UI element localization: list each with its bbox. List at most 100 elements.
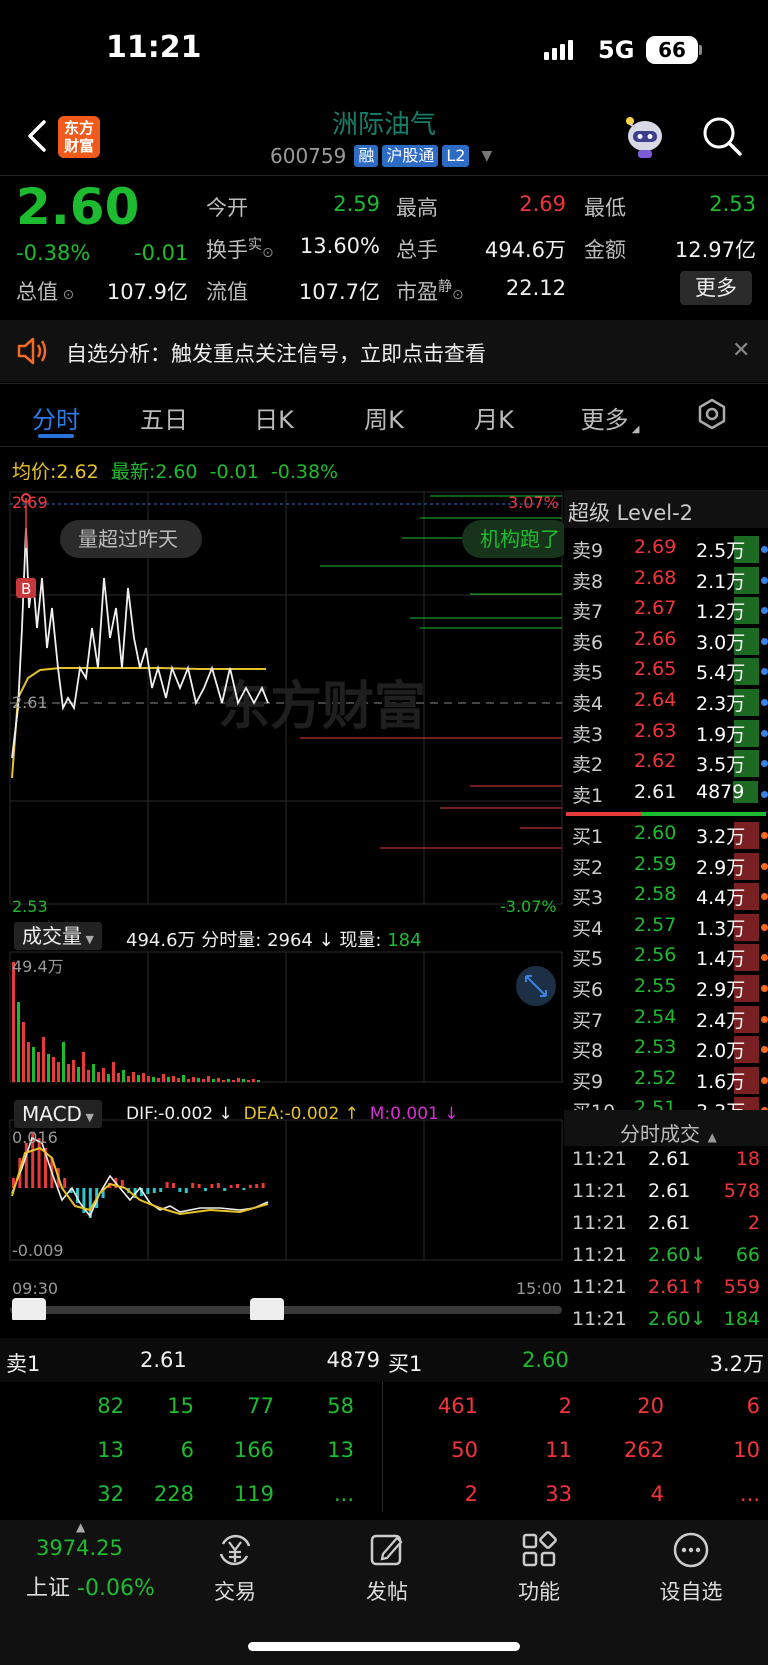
trade-row: 11:21 2.61 2 <box>572 1212 762 1242</box>
level-label: 卖3 <box>572 723 604 746</box>
volume-bar <box>22 1022 25 1082</box>
sell-level-row[interactable]: 卖6 2.66 3.0万 <box>572 627 768 658</box>
more-button[interactable]: 更多 <box>680 271 752 305</box>
nav-trade[interactable]: 交易 <box>180 1530 290 1606</box>
level-label: 买1 <box>572 826 604 848</box>
battery-icon: 66 <box>646 36 698 64</box>
level-dot <box>761 1015 768 1023</box>
close-icon[interactable]: ✕ <box>732 338 750 363</box>
level-volume: 4.4万 <box>696 883 760 911</box>
trade-row: 11:21 2.61 18 <box>572 1148 762 1178</box>
trade-row: 11:21 2.61 578 <box>572 1180 762 1210</box>
buy-level-row[interactable]: 买9 2.52 1.6万 <box>572 1066 768 1097</box>
volume-bar <box>252 1079 255 1082</box>
trade-row: 11:21 2.61↑ 559 <box>572 1276 762 1306</box>
sell-level-row[interactable]: 卖1 2.61 4879 <box>572 780 768 811</box>
level-volume: 1.9万 <box>696 719 760 747</box>
buy-level-row[interactable]: 买5 2.56 1.4万 <box>572 944 768 974</box>
volume-bar <box>232 1080 235 1082</box>
pe-label: 市盈静⊙ <box>396 279 464 304</box>
sell-level-row[interactable]: 卖3 2.63 1.9万 <box>572 719 768 750</box>
volume-bar <box>132 1072 135 1082</box>
nav-add-watchlist[interactable]: 设自选 <box>636 1530 746 1606</box>
tab-five-day[interactable]: 五日 <box>132 400 196 435</box>
level-dot <box>761 729 768 737</box>
speaker-icon <box>17 337 47 365</box>
index-value[interactable]: 3974.25 <box>36 1536 123 1560</box>
buy-level-row[interactable]: 买6 2.55 2.9万 <box>572 975 768 1005</box>
sell-queue-cell: 6 <box>180 1438 194 1462</box>
buy-level-row[interactable]: 买4 2.57 1.3万 <box>572 913 768 944</box>
gear-icon[interactable] <box>696 398 728 430</box>
volume-bar <box>147 1076 150 1082</box>
buy-level-row[interactable]: 买2 2.59 2.9万 <box>572 852 768 883</box>
yuan-exchange-icon <box>219 1534 251 1566</box>
level-dot <box>761 699 768 706</box>
level-volume: 2.5万 <box>696 536 760 563</box>
home-indicator[interactable] <box>248 1642 520 1651</box>
volume-bar <box>17 1002 20 1082</box>
trades-title[interactable]: 分时成交 ▲ <box>620 1118 717 1147</box>
sell-level-row[interactable]: 卖5 2.65 5.4万 <box>572 658 768 688</box>
tab-more[interactable]: 更多 ◢ <box>570 400 650 435</box>
buy-queue-cell: 50 <box>451 1438 478 1462</box>
search-icon[interactable] <box>700 114 744 158</box>
trade-time: 11:21 <box>572 1308 627 1330</box>
buy-level-row[interactable]: 买8 2.53 2.0万 <box>572 1036 768 1066</box>
macd-bar <box>210 1184 214 1188</box>
mcap-label: 总值 ⊙ <box>16 280 75 304</box>
high-label: 最高 <box>396 196 438 220</box>
volume-bar <box>47 1054 50 1082</box>
sell-queue-cell: 13 <box>327 1438 354 1462</box>
macd-indicator-select[interactable]: MACD ▼ <box>14 1100 102 1128</box>
level-volume: 1.6万 <box>696 1066 760 1094</box>
sell-level-row[interactable]: 卖7 2.67 1.2万 <box>572 597 768 627</box>
buy-level-row[interactable]: 买1 2.60 3.2万 <box>572 822 768 852</box>
macd-bar <box>191 1183 195 1188</box>
sell-level-row[interactable]: 卖8 2.68 2.1万 <box>572 566 768 597</box>
trade-time: 11:21 <box>572 1180 627 1202</box>
nav-post[interactable]: 发帖 <box>332 1530 442 1606</box>
volume-bar <box>82 1052 85 1082</box>
volume-bar <box>32 1047 35 1082</box>
tab-daily-k[interactable]: 日K <box>242 400 306 435</box>
macd-bar <box>216 1183 220 1188</box>
sell-queue-cell: 32 <box>97 1482 124 1506</box>
tab-intraday[interactable]: 分时 <box>24 400 88 435</box>
ob-buy-vol: 3.2万 <box>709 1352 764 1376</box>
level-label: 卖7 <box>572 601 604 624</box>
volume-bar <box>92 1064 95 1082</box>
volume-indicator-select[interactable]: 成交量 ▼ <box>14 922 102 950</box>
ob-sell-price: 2.61 <box>140 1348 187 1372</box>
bubble-institution: 机构跑了 <box>480 527 560 551</box>
trade-price: 2.61 <box>648 1180 691 1202</box>
tab-weekly-k[interactable]: 周K <box>352 400 416 435</box>
trade-price: 2.60↓ <box>648 1244 707 1266</box>
level-volume: 5.4万 <box>696 658 760 686</box>
orderbook-header <box>0 1338 768 1382</box>
buy-queue-cell: ... <box>739 1482 760 1506</box>
level-label: 卖8 <box>572 570 604 593</box>
high-value: 2.69 <box>519 192 566 216</box>
volume-value: 494.6万 <box>484 238 566 262</box>
stock-code-line[interactable]: 600759 融 沪股通 L2 ▼ <box>270 144 492 168</box>
volume-bar <box>87 1070 90 1082</box>
robot-assistant-icon[interactable] <box>620 112 670 162</box>
buy-level-row[interactable]: 买7 2.54 2.4万 <box>572 1005 768 1036</box>
intraday-chart[interactable]: 东方财富 B 量超过昨天 机构跑了 2.69 3.07% 2.61 2.53 -… <box>0 488 564 1320</box>
level-label: 买7 <box>572 1009 604 1032</box>
level-dot <box>761 546 768 553</box>
index-info[interactable]: 上证 -0.06% <box>26 1570 155 1602</box>
banner-text[interactable]: 自选分析：触发重点关注信号，立即点击查看 <box>66 338 486 368</box>
caret-up-icon: ▲ <box>76 1520 86 1534</box>
tab-monthly-k[interactable]: 月K <box>462 400 526 435</box>
level-price: 2.63 <box>634 719 677 742</box>
dropdown-icon[interactable]: ▼ <box>481 148 492 164</box>
nav-functions[interactable]: 功能 <box>484 1530 594 1606</box>
sell-level-row[interactable]: 卖9 2.69 2.5万 <box>572 536 768 566</box>
sell-level-row[interactable]: 卖4 2.64 2.3万 <box>572 689 768 719</box>
buy-level-row[interactable]: 买3 2.58 4.4万 <box>572 883 768 913</box>
time-end: 15:00 <box>516 1279 562 1298</box>
sell-level-row[interactable]: 卖2 2.62 3.5万 <box>572 750 768 780</box>
macd-bar <box>255 1184 259 1188</box>
